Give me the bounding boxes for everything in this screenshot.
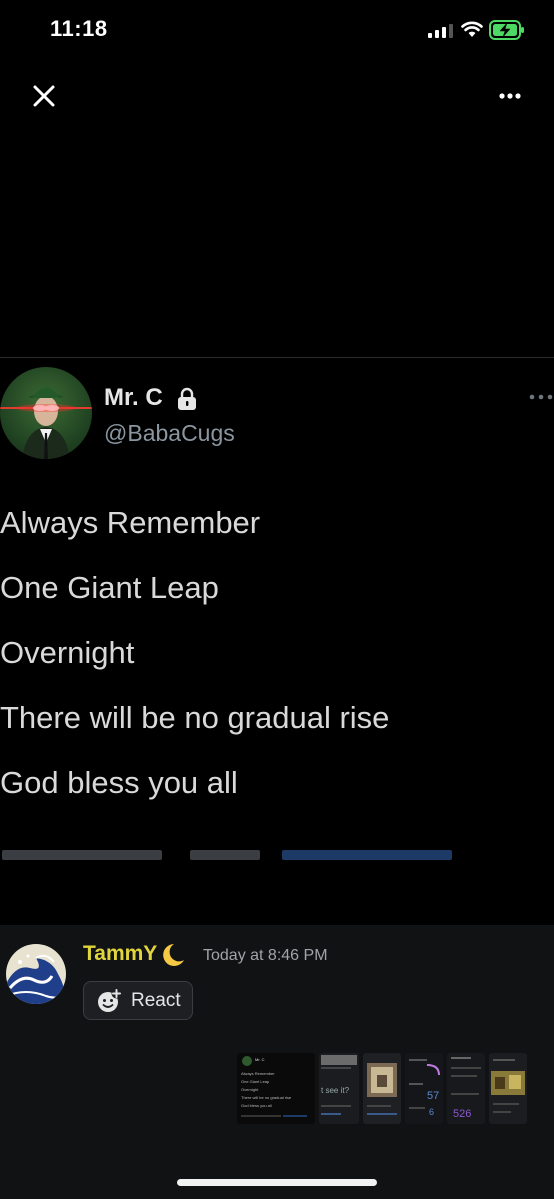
thumb-line: One Giant Leap xyxy=(241,1079,270,1084)
react-button[interactable]: React xyxy=(83,981,193,1020)
tweet-author-avatar[interactable] xyxy=(0,367,92,459)
tweet-line: One Giant Leap xyxy=(0,570,219,605)
tweet-meta-cutoff xyxy=(0,842,554,860)
tweet-text: Always Remember One Giant Leap Overnight… xyxy=(0,496,554,821)
thumbnail-3[interactable] xyxy=(363,1053,401,1124)
lock-icon xyxy=(178,387,196,410)
battery-charging-icon xyxy=(489,20,524,40)
thumbnail-6[interactable] xyxy=(489,1053,527,1124)
tweet-author-handle[interactable]: @BabaCugs xyxy=(104,420,235,447)
cellular-signal-icon xyxy=(428,24,453,38)
thumbnail-4[interactable]: 57 6 xyxy=(405,1053,443,1124)
thumb-line: Always Remember xyxy=(241,1071,275,1076)
thumb-line: There will be no gradual rise xyxy=(241,1095,292,1100)
thumb-number: 57 xyxy=(427,1090,439,1102)
image-divider xyxy=(0,357,554,358)
thumbnail-tweet-screenshot[interactable]: Mr. C Always Remember One Giant Leap Ove… xyxy=(237,1053,315,1124)
close-icon[interactable] xyxy=(30,82,58,110)
thumb-text: t see it? xyxy=(321,1086,350,1095)
thumb-line: God bless you all xyxy=(241,1103,272,1108)
home-indicator[interactable] xyxy=(177,1179,377,1186)
wifi-icon xyxy=(461,21,483,37)
crescent-moon-icon xyxy=(163,944,184,966)
more-options-icon[interactable] xyxy=(496,84,524,108)
thumb-line: Mr. C xyxy=(255,1057,265,1062)
thumbnail-2[interactable]: t see it? xyxy=(319,1053,359,1124)
message-username[interactable]: TammY xyxy=(83,942,157,966)
tweet-line: Always Remember xyxy=(0,505,261,540)
add-reaction-icon xyxy=(98,988,122,1012)
tweet-author-name[interactable]: Mr. C xyxy=(104,384,163,412)
tweet-line: God bless you all xyxy=(0,765,238,800)
thumb-number: 6 xyxy=(429,1107,434,1117)
message-timestamp: Today at 8:46 PM xyxy=(203,947,328,964)
thumb-number: 526 xyxy=(453,1108,471,1120)
tweet-line: Overnight xyxy=(0,635,135,670)
tweet-more-icon[interactable] xyxy=(528,390,554,404)
tweet-line: There will be no gradual rise xyxy=(0,700,390,735)
status-time: 11:18 xyxy=(50,16,108,41)
react-label: React xyxy=(131,989,181,1011)
thumbnail-5[interactable]: 526 xyxy=(447,1053,485,1124)
attachment-thumbnails: Mr. C Always Remember One Giant Leap Ove… xyxy=(237,1053,527,1124)
thumb-line: Overnight xyxy=(241,1087,259,1092)
message-author-avatar[interactable] xyxy=(6,944,66,1004)
